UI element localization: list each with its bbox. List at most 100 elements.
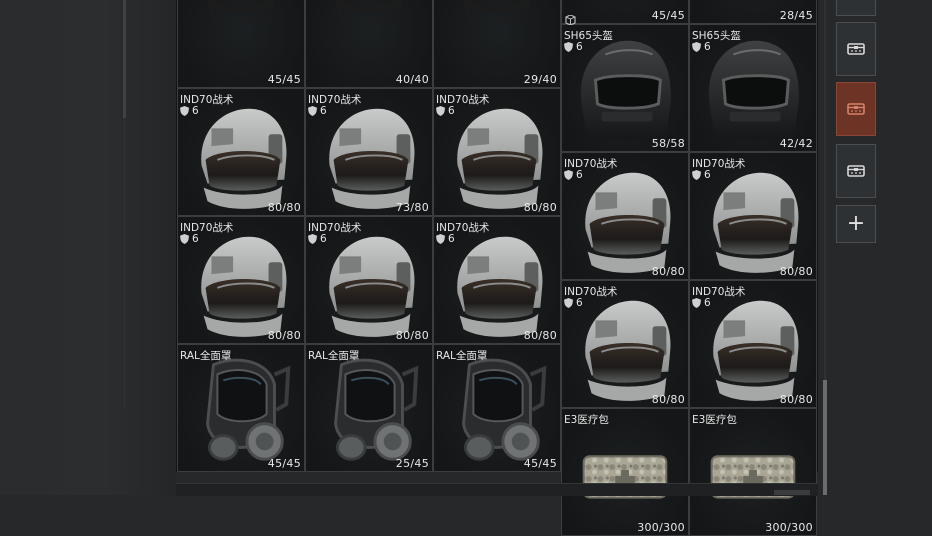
item-durability: 25/45	[395, 457, 429, 470]
item-durability: 29/40	[523, 73, 557, 86]
inventory-item[interactable]: 40/40	[305, 0, 433, 88]
armor-level-value: 6	[576, 169, 583, 181]
bottom-button[interactable]	[774, 490, 810, 495]
inventory-item[interactable]: E3医疗包 300/300	[689, 408, 817, 536]
armor-level-value: 6	[576, 297, 583, 309]
inventory-item[interactable]: 28/45	[689, 0, 817, 24]
container-tab-2[interactable]	[836, 82, 876, 136]
inventory-item[interactable]: RAL全面罩 25/45	[305, 344, 433, 472]
inventory-item[interactable]: IND70战术 6 80/80	[177, 88, 305, 216]
inventory-item[interactable]: IND70战术 6 73/80	[305, 88, 433, 216]
inventory-item[interactable]: SH65头盔 6 58/58	[561, 24, 689, 152]
inventory-item[interactable]: RAL全面罩 45/45	[177, 344, 305, 472]
plus-icon: +	[846, 211, 866, 236]
armor-level-icon	[436, 234, 445, 244]
medkit-icon	[710, 455, 796, 499]
armor-level-value: 6	[192, 105, 199, 117]
armor-level-value: 6	[320, 105, 327, 117]
stash-scroll-track	[824, 0, 826, 380]
container-icon	[565, 10, 576, 26]
item-name: RAL全面罩	[308, 350, 360, 362]
armor-level-icon	[308, 106, 317, 116]
item-durability: 28/45	[779, 9, 813, 22]
armor-level: 6	[308, 105, 327, 117]
gas-mask-icon	[462, 358, 547, 461]
left-scrollbar[interactable]	[123, 0, 126, 118]
inventory-item[interactable]: IND70战术 6 80/80	[561, 152, 689, 280]
item-durability: 80/80	[395, 329, 429, 342]
stash-grid-right: 45/45 28/45 SH65头盔 6 58/58 SH65头盔 6 42/42 IND…	[561, 0, 818, 536]
container-tab-3[interactable]	[836, 144, 876, 198]
inventory-item[interactable]: RAL全面罩 45/45	[433, 344, 561, 472]
item-durability: 300/300	[765, 521, 813, 534]
container-tab-1[interactable]	[836, 22, 876, 76]
armor-level-value: 6	[448, 233, 455, 245]
armor-level-value: 6	[192, 233, 199, 245]
armor-level-icon	[564, 298, 573, 308]
item-name: E3医疗包	[564, 414, 609, 426]
bottom-bar	[176, 483, 818, 496]
armor-level-icon	[692, 42, 701, 52]
side-tab-top[interactable]	[836, 0, 876, 16]
item-durability: 80/80	[651, 393, 685, 406]
medkit-icon	[582, 455, 668, 499]
item-durability: 80/80	[267, 201, 301, 214]
armor-level: 6	[692, 41, 711, 53]
gas-mask-icon	[206, 358, 291, 461]
item-durability: 45/45	[267, 457, 301, 470]
inventory-item[interactable]: 45/45	[561, 0, 689, 24]
armor-level-icon	[692, 298, 701, 308]
inventory-item[interactable]: E3医疗包 300/300	[561, 408, 689, 536]
inventory-item[interactable]: IND70战术 6 80/80	[433, 88, 561, 216]
item-durability: 45/45	[523, 457, 557, 470]
armor-level-icon	[436, 106, 445, 116]
armor-level-icon	[692, 170, 701, 180]
armor-level: 6	[564, 169, 583, 181]
armor-level: 6	[564, 297, 583, 309]
armor-level-icon	[564, 42, 573, 52]
armor-level-icon	[564, 170, 573, 180]
armor-level: 6	[308, 233, 327, 245]
armor-level-icon	[180, 234, 189, 244]
item-durability: 42/42	[779, 137, 813, 150]
item-durability: 80/80	[779, 393, 813, 406]
armor-level: 6	[180, 233, 199, 245]
stash-scrollbar[interactable]	[823, 380, 827, 495]
armor-level-value: 6	[448, 105, 455, 117]
armor-level-value: 6	[576, 41, 583, 53]
armor-level-icon	[180, 106, 189, 116]
inventory-item[interactable]: IND70战术 6 80/80	[177, 216, 305, 344]
inventory-item[interactable]: IND70战术 6 80/80	[689, 280, 817, 408]
box-icon	[847, 43, 865, 55]
inventory-item[interactable]: IND70战术 6 80/80	[433, 216, 561, 344]
item-durability: 45/45	[267, 73, 301, 86]
item-durability: 45/45	[651, 9, 685, 22]
add-container-button[interactable]: +	[836, 205, 876, 243]
left-divider	[124, 118, 125, 408]
item-durability: 80/80	[651, 265, 685, 278]
item-durability: 73/80	[395, 201, 429, 214]
armor-level: 6	[692, 297, 711, 309]
inventory-item[interactable]: 45/45	[177, 0, 305, 88]
item-durability: 80/80	[267, 329, 301, 342]
inventory-item[interactable]: IND70战术 6 80/80	[689, 152, 817, 280]
item-durability: 80/80	[779, 265, 813, 278]
item-durability: 300/300	[637, 521, 685, 534]
item-name: RAL全面罩	[180, 350, 232, 362]
inventory-item[interactable]: SH65头盔 6 42/42	[689, 24, 817, 152]
box-icon	[847, 165, 865, 177]
armor-level-value: 6	[704, 169, 711, 181]
armor-level-value: 6	[320, 233, 327, 245]
armor-level: 6	[180, 105, 199, 117]
item-durability: 80/80	[523, 201, 557, 214]
armor-level: 6	[692, 169, 711, 181]
item-durability: 80/80	[523, 329, 557, 342]
box-icon	[847, 103, 865, 115]
inventory-item[interactable]: IND70战术 6 80/80	[305, 216, 433, 344]
item-durability: 40/40	[395, 73, 429, 86]
item-name: RAL全面罩	[436, 350, 488, 362]
inventory-item[interactable]: 29/40	[433, 0, 561, 88]
stash-grid-left: 45/45 40/40 29/40 IND70战术 6 80/80 IND70战…	[176, 0, 562, 472]
armor-level-icon	[308, 234, 317, 244]
inventory-item[interactable]: IND70战术 6 80/80	[561, 280, 689, 408]
